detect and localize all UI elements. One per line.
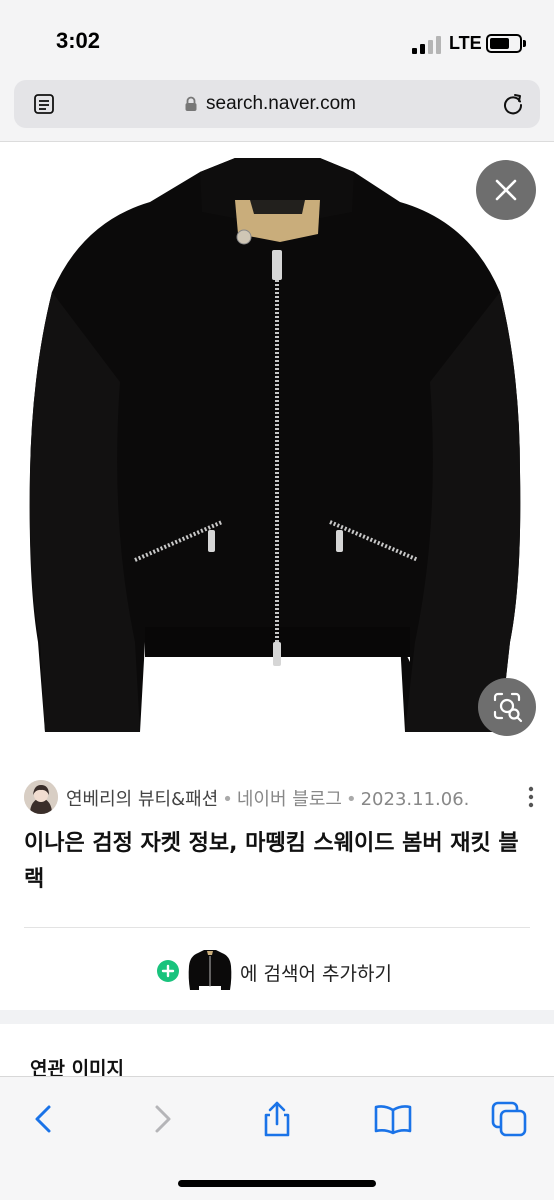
result-title[interactable]: 이나은 검정 자켓 정보, 마뗑킴 스웨이드 봄버 재킷 블랙	[24, 826, 534, 898]
jacket-image	[29, 158, 521, 732]
back-icon[interactable]	[24, 1099, 64, 1139]
more-icon[interactable]	[528, 786, 534, 808]
section-divider	[0, 1010, 554, 1024]
author-name[interactable]: 연베리의 뷰티&패션	[66, 789, 218, 810]
browser-toolbar: search.naver.com	[0, 80, 554, 142]
reload-icon[interactable]	[500, 91, 526, 117]
lock-icon	[185, 96, 197, 111]
meta-separator: •	[345, 789, 357, 810]
home-indicator[interactable]	[178, 1180, 376, 1187]
close-icon	[495, 179, 517, 201]
meta-separator: •	[222, 789, 233, 810]
plus-icon	[157, 960, 179, 982]
image-viewer[interactable]	[0, 142, 554, 754]
source-meta: 연베리의 뷰티&패션 • 네이버 블로그 • 2023.11.06.	[66, 785, 469, 811]
reader-icon[interactable]	[32, 92, 56, 116]
battery-nub	[523, 40, 526, 47]
source-name[interactable]: 네이버 블로그	[237, 789, 342, 810]
post-date: 2023.11.06.	[360, 789, 470, 810]
divider	[24, 927, 530, 928]
url-text[interactable]: search.naver.com	[206, 93, 356, 115]
close-button[interactable]	[476, 160, 536, 220]
bookmarks-icon[interactable]	[373, 1099, 413, 1139]
add-keyword-label[interactable]: 에 검색어 추가하기	[240, 959, 392, 986]
status-bar: 3:02 LTE	[0, 0, 554, 80]
signal-icon	[412, 34, 442, 54]
image-search-button[interactable]	[478, 678, 536, 736]
status-time: 3:02	[56, 28, 101, 53]
share-icon[interactable]	[257, 1099, 297, 1139]
avatar[interactable]	[24, 780, 58, 814]
image-search-icon	[493, 692, 523, 723]
address-bar[interactable]: search.naver.com	[14, 80, 540, 128]
tabs-icon[interactable]	[489, 1099, 529, 1139]
network-label: LTE	[449, 33, 482, 53]
add-keyword-row[interactable]: 에 검색어 추가하기	[0, 940, 554, 1000]
source-row[interactable]: 연베리의 뷰티&패션 • 네이버 블로그 • 2023.11.06.	[24, 778, 534, 816]
forward-icon[interactable]	[142, 1099, 182, 1139]
battery-icon	[486, 34, 522, 53]
jacket-thumbnail	[188, 950, 232, 990]
